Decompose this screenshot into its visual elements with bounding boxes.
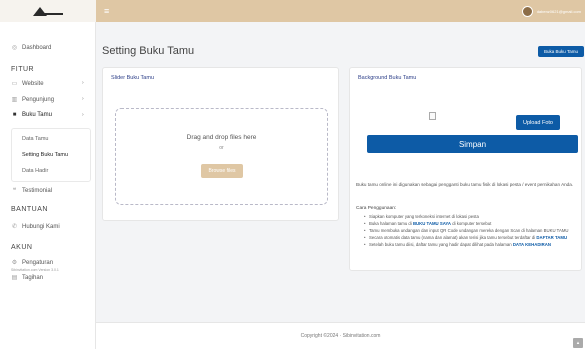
usage-step: Tamu membuka undangan dan input QR Code … xyxy=(364,228,574,234)
scroll-to-top-button[interactable]: ▴ xyxy=(573,338,583,348)
chevron-up-icon: ▴ xyxy=(576,340,580,346)
chart-icon: ▥ xyxy=(11,97,18,103)
usage-step: Buka halaman tamu di BUKU TAMU SAYA di k… xyxy=(364,221,574,227)
sidebar-item-buku-tamu[interactable]: ■ Buku Tamu xyxy=(11,112,52,118)
usage-title: Cara Penggunaan: xyxy=(356,206,397,211)
section-akun: AKUN xyxy=(11,244,33,251)
usage-step: Siapkan komputer yang terkoneksi interne… xyxy=(364,214,574,220)
sidebar-item-label: Dashboard xyxy=(22,44,52,51)
daftar-tamu-link[interactable]: DAFTAR TAMU xyxy=(536,235,567,240)
user-menu[interactable]: dabenz0621@gmail.com xyxy=(521,3,581,19)
chevron-right-icon: › xyxy=(82,96,84,102)
data-kehadiran-link[interactable]: DATA KEHADIRAN xyxy=(513,242,551,247)
save-button[interactable]: Simpan xyxy=(367,135,578,153)
sidebar-item-label: Pengaturan xyxy=(22,259,54,266)
sidebar-item-label: Hubungi Kami xyxy=(22,223,60,230)
sidebar-item-tagihan[interactable]: ▤ Tagihan xyxy=(11,274,44,282)
avatar xyxy=(521,5,533,17)
logo-icon xyxy=(33,7,63,16)
section-fitur: FITUR xyxy=(11,66,35,73)
buku-tamu-submenu: Data Tamu Setting Buku Tamu Data Hadir xyxy=(11,128,91,182)
copyright-text: Copyright ©2024 · Sibinvitation.com xyxy=(300,333,381,339)
card-title: Slider Buku Tamu xyxy=(111,75,155,81)
usage-step: Setelah buku tamu diisi, daftar tamu yan… xyxy=(364,242,574,248)
sidebar-item-label: Testimonial xyxy=(22,187,53,194)
book-icon: ■ xyxy=(12,112,17,118)
hamburger-menu-icon[interactable]: ≡ xyxy=(104,5,109,17)
open-buku-tamu-button[interactable]: Buka Buku Tamu xyxy=(538,46,584,57)
chevron-right-icon: › xyxy=(82,112,84,118)
file-dropzone[interactable]: Drag and drop files here or Browse files xyxy=(115,108,328,205)
version-text: Sibinvitation.com Version 3.0.1 xyxy=(11,268,59,272)
dashboard-icon: ◎ xyxy=(11,45,18,51)
sidebar-item-dashboard[interactable]: ◎ Dashboard xyxy=(11,44,52,52)
sidebar-item-label: Buku Tamu xyxy=(22,112,52,118)
dropzone-text: Drag and drop files here xyxy=(186,134,257,141)
megaphone-icon: ❝ xyxy=(12,188,17,194)
browser-icon: ▭ xyxy=(11,81,18,87)
whatsapp-icon: ✆ xyxy=(11,224,18,230)
page-title: Setting Buku Tamu xyxy=(102,45,195,57)
usage-step: Secara otomatis data tamu (nama dan alam… xyxy=(364,235,574,241)
description-text: Buku tamu online ini digunakan sebagai p… xyxy=(356,182,574,187)
sidebar-item-website[interactable]: ▭ Website xyxy=(11,80,44,88)
sidebar: ◎ Dashboard FITUR ▭ Website › ▥ Pengunju… xyxy=(0,22,96,349)
sidebar-item-label: Website xyxy=(22,80,44,87)
slider-card: Slider Buku Tamu Drag and drop files her… xyxy=(102,67,339,221)
buku-tamu-saya-link[interactable]: BUKU TAMU SAYA xyxy=(413,221,451,226)
submenu-item-data-tamu[interactable]: Data Tamu xyxy=(22,136,49,142)
sidebar-item-label: Tagihan xyxy=(22,274,44,281)
sidebar-item-label: Pengunjung xyxy=(22,96,55,103)
footer: Copyright ©2024 · Sibinvitation.com xyxy=(96,322,585,349)
sidebar-item-testimonial[interactable]: ❝ Testimonial xyxy=(11,187,53,195)
broken-image-icon xyxy=(429,112,436,120)
usage-list: Siapkan komputer yang terkoneksi interne… xyxy=(364,214,574,249)
chevron-right-icon: › xyxy=(82,80,84,86)
dropzone-or: or xyxy=(219,145,224,151)
card-title: Background Buku Tamu xyxy=(358,75,417,81)
brand-logo[interactable] xyxy=(0,0,96,22)
browse-files-button[interactable]: Browse files xyxy=(201,164,243,178)
upload-photo-button[interactable]: Upload Foto xyxy=(516,115,560,130)
submenu-item-data-hadir[interactable]: Data Hadir xyxy=(22,168,48,174)
top-navbar: ≡ dabenz0621@gmail.com xyxy=(0,0,585,22)
receipt-icon: ▤ xyxy=(11,275,18,281)
sidebar-item-hubungi-kami[interactable]: ✆ Hubungi Kami xyxy=(11,223,60,231)
gear-icon: ⚙ xyxy=(11,260,18,266)
background-card: Background Buku Tamu Upload Foto Simpan … xyxy=(349,67,582,271)
section-bantuan: BANTUAN xyxy=(11,206,48,213)
sidebar-item-pengaturan[interactable]: ⚙ Pengaturan xyxy=(11,259,54,267)
submenu-item-setting-buku-tamu[interactable]: Setting Buku Tamu xyxy=(22,152,68,158)
sidebar-item-pengunjung[interactable]: ▥ Pengunjung xyxy=(11,96,55,104)
user-email: dabenz0621@gmail.com xyxy=(536,8,581,14)
